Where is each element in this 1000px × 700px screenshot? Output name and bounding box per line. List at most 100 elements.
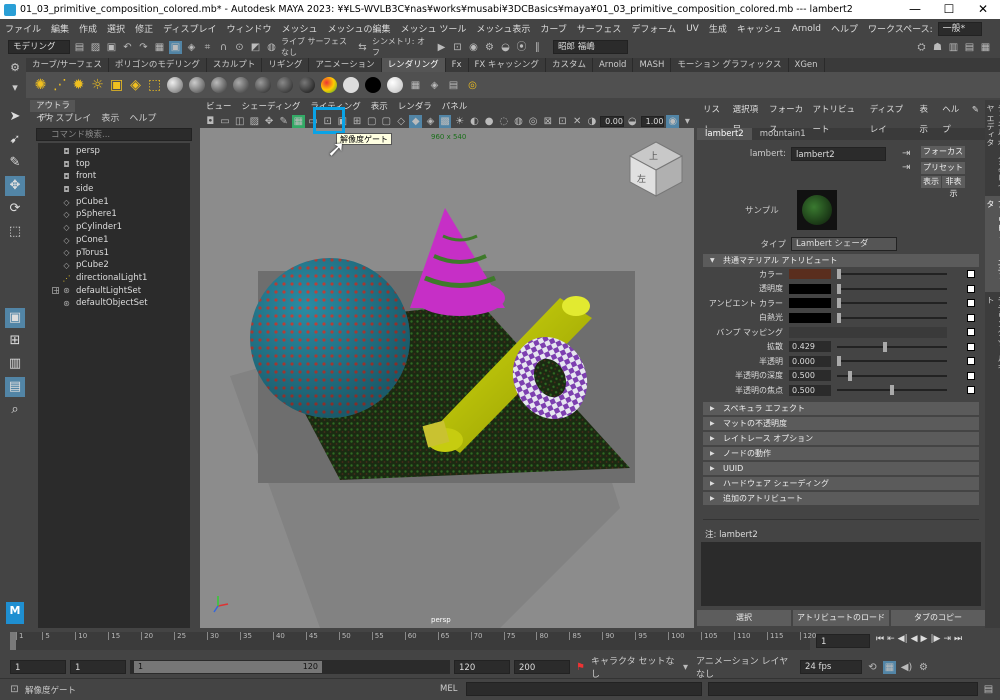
modeling-toolkit-icon[interactable]: ⛭ xyxy=(915,41,928,54)
snap-point-icon[interactable]: ⊙ xyxy=(233,41,246,54)
undo-icon[interactable]: ↶ xyxy=(121,41,134,54)
black-material-icon[interactable] xyxy=(365,77,381,93)
shelf-tab-active[interactable]: レンダリング xyxy=(381,58,446,72)
outliner-item-mesh[interactable]: ◇ pSphere1 xyxy=(38,208,190,221)
shelf-tab[interactable]: スカルプト xyxy=(207,58,263,72)
attribute-section[interactable]: マットの不透明度 xyxy=(703,416,979,430)
mel-command-input[interactable] xyxy=(466,682,702,696)
grease-pencil-icon[interactable]: ✎ xyxy=(277,115,290,128)
attribute-value-field[interactable]: 0.000 xyxy=(789,355,831,367)
outliner-menu-item[interactable]: 表示 xyxy=(101,112,119,126)
map-button-icon[interactable] xyxy=(967,328,975,337)
side-tab-modeling-toolkit[interactable]: モデリング ツールキット xyxy=(985,292,1000,388)
outliner-item-set[interactable]: + ⊛ defaultLightSet xyxy=(38,285,190,298)
bump-mapping-field[interactable] xyxy=(789,326,947,338)
symmetry-label[interactable]: シンメトリ: オフ xyxy=(372,36,432,58)
slider-knob[interactable] xyxy=(837,356,841,367)
menu-item[interactable]: 編集 xyxy=(46,22,74,35)
hide-button[interactable]: 非表示 xyxy=(942,176,965,198)
render-sequence-icon[interactable]: ⊡ xyxy=(451,41,464,54)
render-settings-icon[interactable]: ⚙ xyxy=(483,41,496,54)
attr-menu-item[interactable]: ヘルプ xyxy=(942,100,963,135)
camera-attributes-icon[interactable]: ▭ xyxy=(219,115,232,128)
screen-space-ao-icon[interactable]: ● xyxy=(483,115,496,128)
step-back-key-icon[interactable]: ⇤ xyxy=(887,634,895,644)
outliner-item-camera[interactable]: ◘ persp xyxy=(38,145,190,158)
surface-shader-icon[interactable] xyxy=(277,77,293,93)
time-slider[interactable]: 1 5 10 15 20 25 30 35 40 45 50 55 60 65 70 75 80 85 90 95 10… xyxy=(0,628,1000,656)
shelf-tab[interactable]: XGen xyxy=(789,58,825,72)
gamma-icon[interactable]: ◒ xyxy=(626,115,639,128)
attr-tab-mountain1[interactable]: mountain1 xyxy=(752,128,814,140)
redo-icon[interactable]: ↷ xyxy=(137,41,150,54)
slider-knob[interactable] xyxy=(848,370,852,381)
select-camera-icon[interactable]: ◘ xyxy=(204,115,217,128)
attr-tab-lambert2[interactable]: lambert2 xyxy=(697,128,752,140)
map-button-icon[interactable] xyxy=(967,313,975,322)
attribute-slider[interactable] xyxy=(837,341,947,352)
pin-icon[interactable]: ✎ xyxy=(972,100,979,120)
anim-prefs-icon[interactable]: ⚙ xyxy=(917,661,930,674)
snap-live-icon[interactable]: ◍ xyxy=(265,41,278,54)
use-background-icon[interactable] xyxy=(387,77,403,93)
lasso-tool-icon[interactable]: ➹ xyxy=(5,130,25,150)
x-ray-joints-icon[interactable]: ✕ xyxy=(571,115,584,128)
search-icon[interactable]: ⌕ xyxy=(5,400,25,420)
shelf-tab[interactable]: MASH xyxy=(633,58,672,72)
start-frame-field[interactable]: 1 xyxy=(10,660,66,674)
menu-item[interactable]: ファイル xyxy=(0,22,46,35)
outliner-search-input[interactable]: コマンド検索... xyxy=(36,128,192,141)
move-tool-icon[interactable]: ✥ xyxy=(5,176,25,196)
color-swatch[interactable] xyxy=(789,298,831,309)
side-tab-attribute-editor[interactable]: アトリビュート エディタ xyxy=(985,196,1000,292)
viewport-menu-item[interactable]: 表示 xyxy=(371,100,388,114)
target-icon[interactable]: ◎ xyxy=(466,79,479,92)
attribute-value-field[interactable]: 0.500 xyxy=(789,370,831,382)
scale-tool-icon[interactable]: ⬚ xyxy=(5,222,25,242)
slider-knob[interactable] xyxy=(837,312,841,323)
outliner-toggle-icon[interactable]: ▤ xyxy=(963,41,976,54)
timeline-track[interactable]: 1 5 10 15 20 25 30 35 40 45 50 55 60 65 70 75 80 85 90 95 10… xyxy=(10,632,816,650)
channel-box-icon[interactable]: ▥ xyxy=(947,41,960,54)
outliner-item-camera[interactable]: ◘ top xyxy=(38,158,190,171)
ambient-light-icon[interactable]: ✺ xyxy=(34,78,47,92)
menu-item[interactable]: サーフェス xyxy=(572,22,626,35)
ramp-shader-icon[interactable] xyxy=(321,77,337,93)
color-swatch[interactable] xyxy=(789,269,831,280)
select-object-icon[interactable]: ▣ xyxy=(169,40,182,54)
field-chart-icon[interactable]: ⊞ xyxy=(351,115,364,128)
anim-layer-label[interactable]: アニメーション レイヤなし xyxy=(696,654,796,680)
directional-light-icon[interactable]: ⋰ xyxy=(53,78,67,92)
grid-icon[interactable]: ▦ xyxy=(292,114,305,128)
attribute-slider[interactable] xyxy=(837,298,947,309)
hypershade-icon[interactable]: ◒ xyxy=(499,41,512,54)
new-scene-icon[interactable]: ▤ xyxy=(73,41,86,54)
menu-item[interactable]: メッシュ xyxy=(276,22,322,35)
workspace-select[interactable]: 一般* xyxy=(937,21,982,36)
range-handle[interactable]: 1 120 xyxy=(134,661,322,673)
maximize-button[interactable]: ☐ xyxy=(932,0,966,19)
script-editor-icon[interactable]: ▤ xyxy=(982,683,995,696)
go-to-start-icon[interactable]: ⏮ xyxy=(876,634,884,644)
loop-icon[interactable]: ⟲ xyxy=(866,661,879,674)
color-swatch[interactable] xyxy=(789,312,831,323)
arnold-render-icon[interactable]: ⦿ xyxy=(515,41,528,54)
attr-menu-item[interactable]: リスト xyxy=(703,100,724,135)
menu-item[interactable]: カーブ xyxy=(535,22,571,35)
select-component-icon[interactable]: ◈ xyxy=(185,41,198,54)
snap-grid-icon[interactable]: ⌗ xyxy=(201,41,214,54)
pause-icon[interactable]: ∥ xyxy=(531,41,544,54)
shelf-tab[interactable]: ポリゴンのモデリング xyxy=(109,58,207,72)
playback-end-field[interactable]: 120 xyxy=(454,660,510,674)
open-scene-icon[interactable]: ▨ xyxy=(89,41,102,54)
view-transform-icon[interactable]: ▾ xyxy=(681,115,694,128)
smooth-shade-icon[interactable]: ◆ xyxy=(409,114,423,128)
step-back-frame-icon[interactable]: ◀| xyxy=(898,634,908,644)
go-input-icon[interactable]: ⇥ xyxy=(902,148,910,159)
shelf-tab[interactable]: アニメーション xyxy=(309,58,382,72)
lambert-name-field[interactable]: lambert2 xyxy=(791,147,886,161)
keyframe-icon[interactable]: ⚑ xyxy=(574,661,587,674)
outliner-layout-icon[interactable]: ▥ xyxy=(5,354,25,374)
select-button[interactable]: 選択 xyxy=(697,609,791,626)
fps-select[interactable]: 24 fps xyxy=(800,660,862,674)
